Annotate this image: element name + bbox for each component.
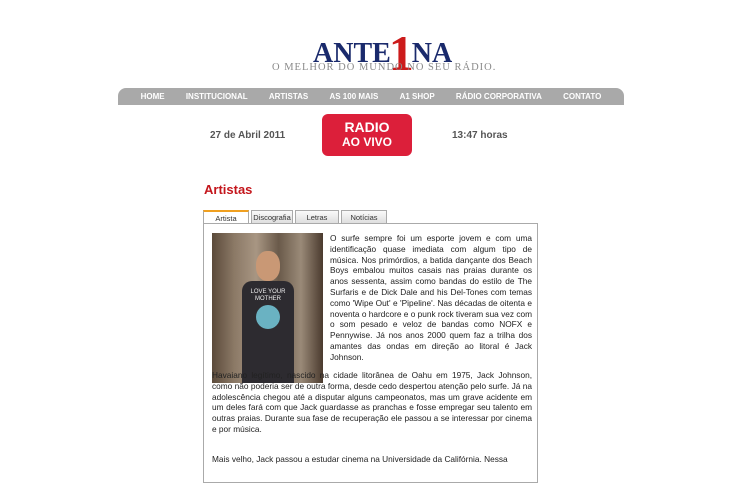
artist-shirt: LOVE YOUR MOTHER bbox=[242, 281, 294, 383]
logo-tagline: O MELHOR DO MUNDO NO SEU RÁDIO. bbox=[272, 62, 497, 73]
globe-icon bbox=[256, 305, 280, 329]
shirt-print: LOVE YOUR MOTHER bbox=[250, 289, 286, 302]
tab-noticias[interactable]: Notícias bbox=[341, 210, 387, 224]
nav-radio-corporativa[interactable]: RÁDIO CORPORATIVA bbox=[456, 92, 542, 101]
bio-paragraph-2: Havaiano legítimo, nascido na cidade lit… bbox=[212, 370, 532, 434]
current-time: 13:47 horas bbox=[452, 130, 508, 141]
nav-institucional[interactable]: INSTITUCIONAL bbox=[186, 92, 248, 101]
radio-ao-vivo-button[interactable]: RADIO AO VIVO bbox=[322, 114, 412, 156]
bio-paragraph-3: Mais velho, Jack passou a estudar cinema… bbox=[212, 454, 508, 464]
artist-figure: LOVE YOUR MOTHER bbox=[242, 251, 294, 383]
nav-home[interactable]: HOME bbox=[141, 92, 165, 101]
page-title: Artistas bbox=[204, 182, 253, 197]
bio-paragraph-1: O surfe sempre foi um esporte jovem e co… bbox=[330, 233, 532, 362]
nav-contato[interactable]: CONTATO bbox=[563, 92, 601, 101]
main-nav: HOME INSTITUCIONAL ARTISTAS AS 100 MAIS … bbox=[118, 88, 624, 105]
nav-artistas[interactable]: ARTISTAS bbox=[269, 92, 308, 101]
site-logo[interactable]: ANTE1NA O MELHOR DO MUNDO NO SEU RÁDIO. bbox=[0, 0, 735, 81]
artist-photo: LOVE YOUR MOTHER bbox=[212, 233, 323, 383]
nav-as-100-mais[interactable]: AS 100 MAIS bbox=[329, 92, 378, 101]
tab-letras[interactable]: Letras bbox=[295, 210, 339, 224]
artist-content-panel: LOVE YOUR MOTHER O surfe sempre foi um es… bbox=[203, 223, 538, 483]
artist-head bbox=[256, 251, 280, 281]
artist-tabs: Artista Discografia Letras Notícias bbox=[203, 210, 389, 225]
nav-a1-shop[interactable]: A1 SHOP bbox=[400, 92, 435, 101]
radio-label-line1: RADIO bbox=[344, 119, 390, 135]
current-date: 27 de Abril 2011 bbox=[210, 130, 286, 141]
tab-discografia[interactable]: Discografia bbox=[251, 210, 293, 224]
radio-label-line2: AO VIVO bbox=[341, 135, 392, 149]
